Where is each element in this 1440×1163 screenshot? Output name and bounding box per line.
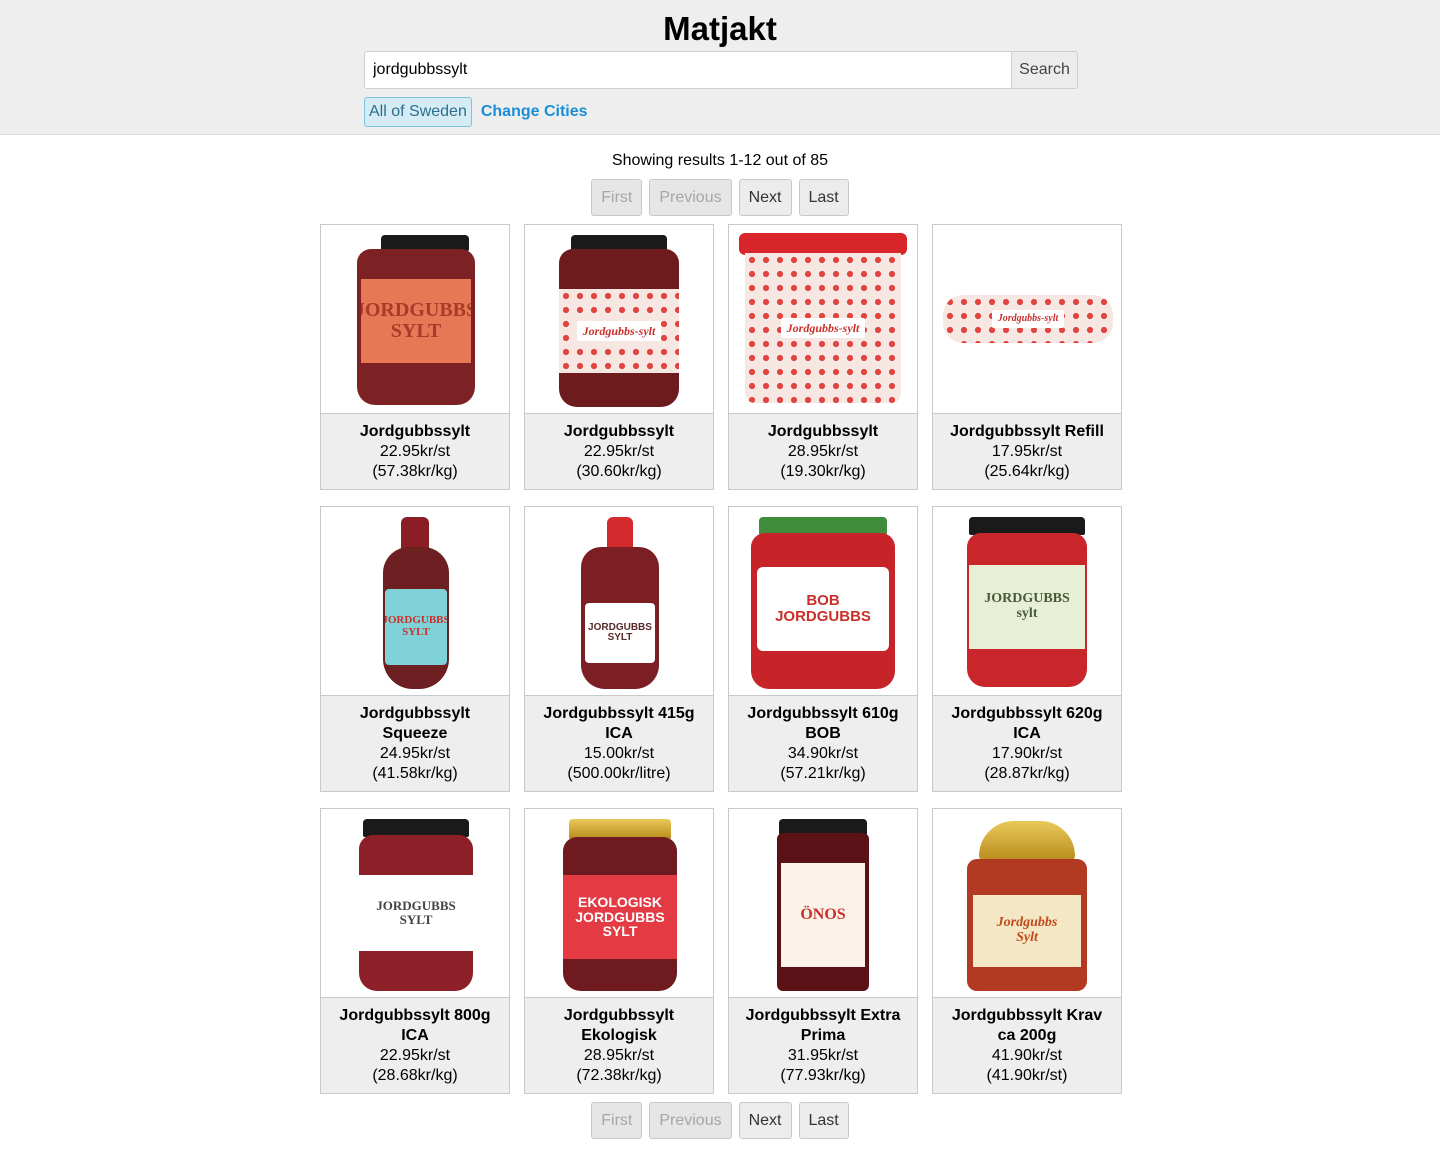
product-unit-price: (500.00kr/litre) bbox=[567, 765, 671, 782]
product-image: Jordgubbs-sylt bbox=[525, 225, 713, 414]
product-name: Jordgubbssylt 415g ICA bbox=[543, 705, 695, 742]
product-name: Jordgubbssylt Krav ca 200g bbox=[951, 1007, 1103, 1044]
product-info: Jordgubbssylt 28.95kr/st (19.30kr/kg) bbox=[729, 414, 917, 489]
product-card[interactable]: JORDGUBBS SYLT Jordgubbssylt 415g ICA 15.… bbox=[524, 506, 714, 792]
product-price: 31.95kr/st bbox=[787, 1047, 859, 1064]
product-info: Jordgubbssylt 22.95kr/st (30.60kr/kg) bbox=[525, 414, 713, 489]
product-info: Jordgubbssylt 610g BOB 34.90kr/st (57.21… bbox=[729, 696, 917, 791]
product-price: 22.95kr/st bbox=[379, 443, 451, 460]
last-page-button[interactable]: Last bbox=[798, 1102, 849, 1139]
product-name: Jordgubbssylt bbox=[563, 423, 675, 440]
product-image: JORDGUBBS sylt bbox=[933, 507, 1121, 696]
product-image: Jordgubbs Sylt bbox=[933, 809, 1121, 998]
product-price: 22.95kr/st bbox=[379, 1047, 451, 1064]
product-info: Jordgubbssylt Squeeze 24.95kr/st (41.58k… bbox=[321, 696, 509, 791]
product-name: Jordgubbssylt 620g ICA bbox=[951, 705, 1103, 742]
product-grid: JORDGUBBSSYLT Jordgubbssylt 22.95kr/st (… bbox=[320, 224, 1122, 1094]
product-card[interactable]: Jordgubbs Sylt Jordgubbssylt Krav ca 200g… bbox=[932, 808, 1122, 1094]
site-header: Matjakt Search All of Sweden Change Citi… bbox=[0, 0, 1440, 135]
product-unit-price: (72.38kr/kg) bbox=[576, 1067, 662, 1084]
product-unit-price: (28.87kr/kg) bbox=[984, 765, 1070, 782]
product-info: Jordgubbssylt Refill 17.95kr/st (25.64kr… bbox=[933, 414, 1121, 489]
product-unit-price: (28.68kr/kg) bbox=[372, 1067, 458, 1084]
product-info: Jordgubbssylt Krav ca 200g 41.90kr/st (4… bbox=[933, 998, 1121, 1093]
product-info: Jordgubbssylt Ekologisk 28.95kr/st (72.3… bbox=[525, 998, 713, 1093]
product-card[interactable]: Jordgubbs-sylt Jordgubbssylt Refill 17.9… bbox=[932, 224, 1122, 490]
pagination-top: First Previous Next Last bbox=[0, 179, 1440, 216]
product-unit-price: (57.38kr/kg) bbox=[372, 463, 458, 480]
product-card[interactable]: BOB JORDGUBBS Jordgubbssylt 610g BOB 34.9… bbox=[728, 506, 918, 792]
previous-page-button[interactable]: Previous bbox=[649, 1102, 732, 1139]
search-button[interactable]: Search bbox=[1011, 51, 1078, 89]
product-card[interactable]: JORDGUBBSSYLT Jordgubbssylt 22.95kr/st (… bbox=[320, 224, 510, 490]
product-image: JORDGUBBSSYLT bbox=[321, 809, 509, 998]
product-unit-price: (41.58kr/kg) bbox=[372, 765, 458, 782]
product-name: Jordgubbssylt Ekologisk bbox=[563, 1007, 675, 1044]
product-price: 24.95kr/st bbox=[379, 745, 451, 762]
next-page-button[interactable]: Next bbox=[738, 179, 792, 216]
product-image: JORDGUBBSSYLT bbox=[525, 507, 713, 696]
product-image: EKOLOGISK JORDGUBBS SYLT bbox=[525, 809, 713, 998]
product-info: Jordgubbssylt 800g ICA 22.95kr/st (28.68… bbox=[321, 998, 509, 1093]
selected-city-chip[interactable]: All of Sweden bbox=[364, 97, 472, 127]
next-page-button[interactable]: Next bbox=[738, 1102, 792, 1139]
product-price: 15.00kr/st bbox=[583, 745, 655, 762]
product-info: Jordgubbssylt 620g ICA 17.90kr/st (28.87… bbox=[933, 696, 1121, 791]
product-image: BOB JORDGUBBS bbox=[729, 507, 917, 696]
product-name: Jordgubbssylt 610g BOB bbox=[747, 705, 899, 742]
product-unit-price: (25.64kr/kg) bbox=[984, 463, 1070, 480]
product-image: JORDGUBBSSYLT bbox=[321, 507, 509, 696]
product-name: Jordgubbssylt Extra Prima bbox=[745, 1007, 901, 1044]
product-unit-price: (57.21kr/kg) bbox=[780, 765, 866, 782]
product-card[interactable]: ÖNOS Jordgubbssylt Extra Prima 31.95kr/s… bbox=[728, 808, 918, 1094]
product-image: ÖNOS bbox=[729, 809, 917, 998]
product-price: 28.95kr/st bbox=[787, 443, 859, 460]
search-bar: Search bbox=[364, 51, 1078, 89]
product-name: Jordgubbssylt bbox=[767, 423, 879, 440]
product-price: 28.95kr/st bbox=[583, 1047, 655, 1064]
product-card[interactable]: Jordgubbs-sylt Jordgubbssylt 28.95kr/st … bbox=[728, 224, 918, 490]
product-name: Jordgubbssylt Squeeze bbox=[359, 705, 471, 742]
pagination-bottom: First Previous Next Last bbox=[0, 1102, 1440, 1139]
product-name: Jordgubbssylt bbox=[359, 423, 471, 440]
product-unit-price: (30.60kr/kg) bbox=[576, 463, 662, 480]
product-name: Jordgubbssylt 800g ICA bbox=[339, 1007, 491, 1044]
product-card[interactable]: EKOLOGISK JORDGUBBS SYLT Jordgubbssylt Eko… bbox=[524, 808, 714, 1094]
product-price: 34.90kr/st bbox=[787, 745, 859, 762]
last-page-button[interactable]: Last bbox=[798, 179, 849, 216]
product-image: JORDGUBBSSYLT bbox=[321, 225, 509, 414]
product-unit-price: (77.93kr/kg) bbox=[780, 1067, 866, 1084]
product-info: Jordgubbssylt 22.95kr/st (57.38kr/kg) bbox=[321, 414, 509, 489]
product-price: 41.90kr/st bbox=[991, 1047, 1063, 1064]
product-card[interactable]: JORDGUBBS SYLT Jordgubbssylt Squeeze 24.9… bbox=[320, 506, 510, 792]
city-filter: All of Sweden Change Cities bbox=[364, 97, 588, 127]
product-card[interactable]: JORDGUBBS SYLT Jordgubbssylt 800g ICA 22.… bbox=[320, 808, 510, 1094]
search-input[interactable] bbox=[364, 51, 1011, 89]
product-image: Jordgubbs-sylt bbox=[933, 225, 1121, 414]
first-page-button[interactable]: First bbox=[591, 1102, 643, 1139]
results-summary: Showing results 1-12 out of 85 bbox=[611, 152, 829, 169]
product-unit-price: (41.90kr/st) bbox=[986, 1067, 1068, 1084]
product-unit-price: (19.30kr/kg) bbox=[780, 463, 866, 480]
product-price: 22.95kr/st bbox=[583, 443, 655, 460]
product-price: 17.90kr/st bbox=[991, 745, 1063, 762]
product-info: Jordgubbssylt Extra Prima 31.95kr/st (77… bbox=[729, 998, 917, 1093]
product-name: Jordgubbssylt Refill bbox=[950, 423, 1104, 440]
previous-page-button[interactable]: Previous bbox=[649, 179, 732, 216]
app-title: Matjakt bbox=[663, 10, 777, 47]
product-info: Jordgubbssylt 415g ICA 15.00kr/st (500.0… bbox=[525, 696, 713, 791]
product-image: Jordgubbs-sylt bbox=[729, 225, 917, 414]
change-cities-link[interactable]: Change Cities bbox=[481, 103, 588, 121]
product-card[interactable]: JORDGUBBS sylt Jordgubbssylt 620g ICA 17.… bbox=[932, 506, 1122, 792]
product-price: 17.95kr/st bbox=[991, 443, 1063, 460]
product-card[interactable]: Jordgubbs-sylt Jordgubbssylt 22.95kr/st … bbox=[524, 224, 714, 490]
first-page-button[interactable]: First bbox=[591, 179, 643, 216]
